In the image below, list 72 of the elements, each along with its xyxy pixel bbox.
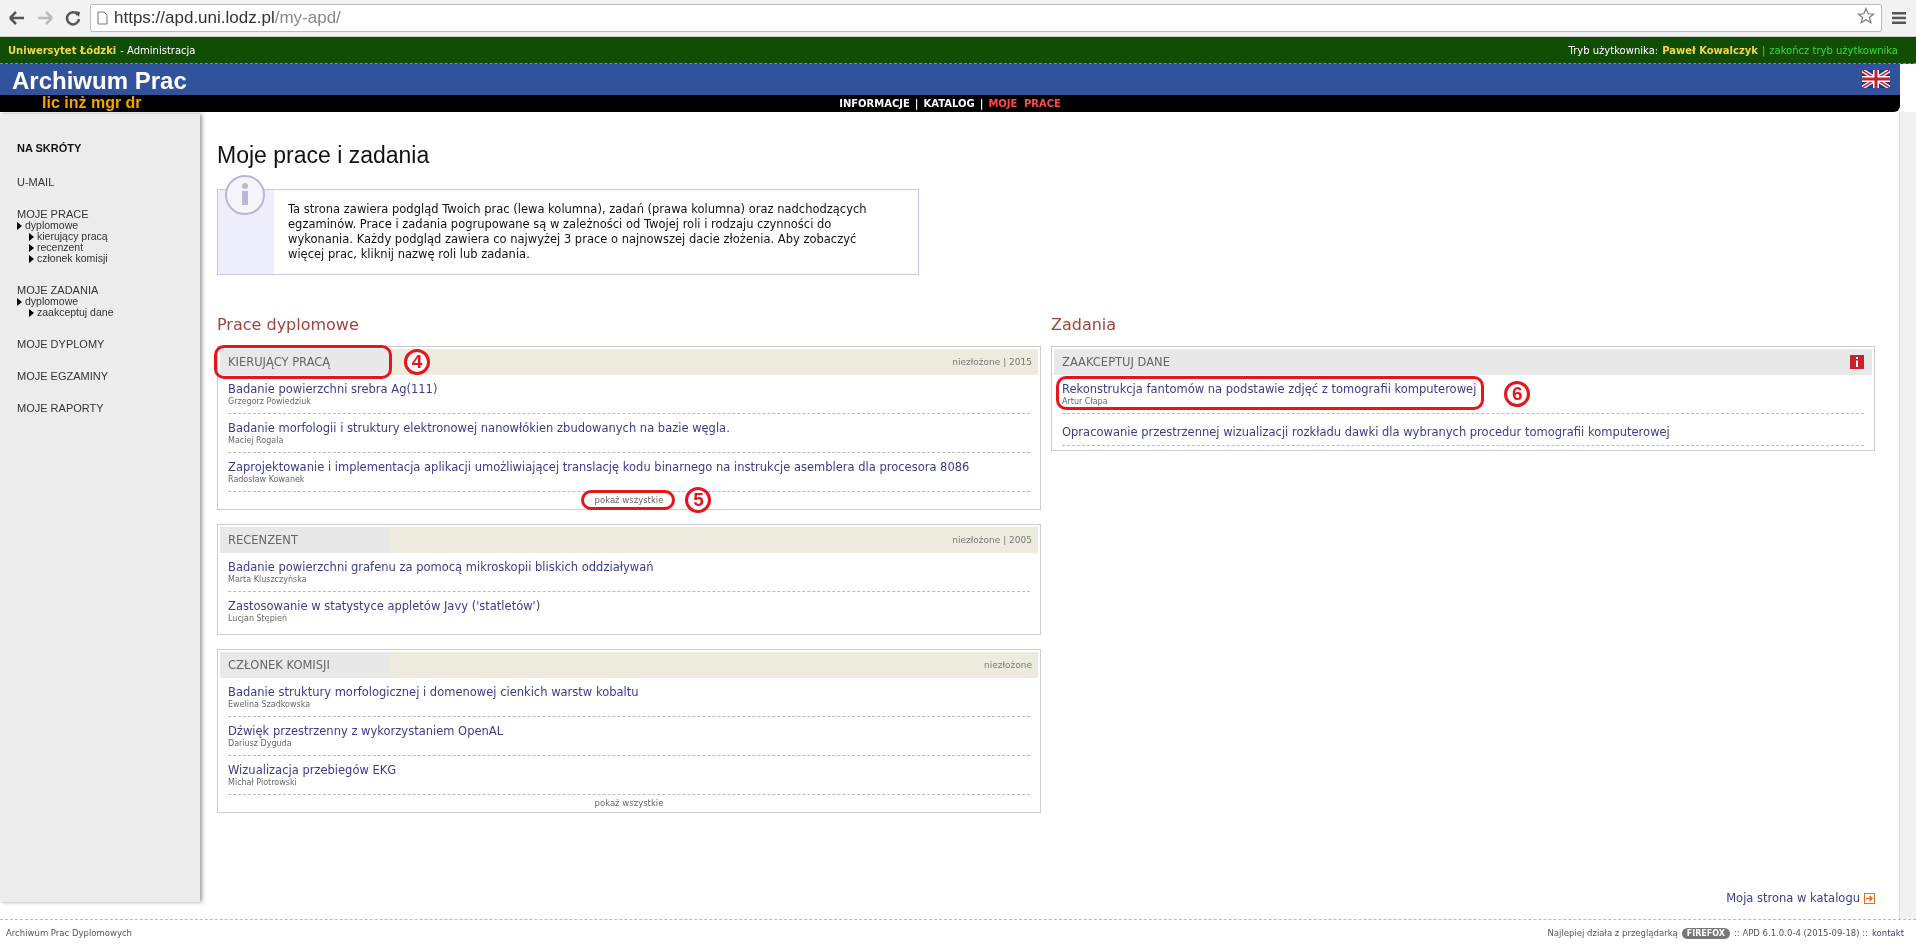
firefox-badge: FIREFOX <box>1681 927 1730 939</box>
author-name: Ewelina Szadkowska <box>228 700 312 709</box>
mode-label: Tryb użytkownika: <box>1568 44 1659 56</box>
show-all-link[interactable]: pokaż wszystkie <box>594 798 664 808</box>
thesis-link[interactable]: Badanie powierzchni grafenu za pomocą mikroskopii bliskich oddziaływań <box>228 560 654 574</box>
author-name: Marta Kluszczyńska <box>228 575 308 584</box>
address-field[interactable]: https://apd.uni.lodz.pl/my-apd/ <box>90 4 1882 32</box>
version-text: :: APD 6.1.0.0-4 (2015-09-18) :: <box>1734 928 1868 938</box>
author-name: Artur Cłapa <box>1062 397 1109 406</box>
sidebar-link[interactable]: MOJE DYPLOMY <box>17 338 200 350</box>
author-name: Michał Piotrowski <box>228 778 298 787</box>
column-title: Zadania <box>1051 315 1118 334</box>
site-logo[interactable]: Archiwum Prac <box>12 70 187 92</box>
section-name: - Administracja <box>120 44 196 56</box>
contact-link[interactable]: kontakt <box>1872 928 1904 938</box>
sidebar-link[interactable]: U-MAIL <box>17 176 200 188</box>
university-name: Uniwersytet Łódzki <box>8 44 117 56</box>
panel-meta: niezłożone | 2015 <box>952 357 1033 367</box>
sidebar-link[interactable]: MOJE ZADANIA <box>17 284 200 296</box>
panel-meta: niezłożone <box>984 660 1033 670</box>
sidebar-link[interactable]: MOJE PRACE <box>17 208 200 220</box>
thesis-link[interactable]: Dźwięk przestrzenny z wykorzystaniem OpenAL <box>228 724 504 738</box>
annotation-number: 6 <box>1504 381 1531 407</box>
divider-text: | <box>1761 44 1766 56</box>
thesis-link[interactable]: Rekonstrukcja fantomów na podstawie zdjęć z tomografii komputerowej <box>1062 382 1477 396</box>
sidebar-link[interactable]: MOJE EGZAMINY <box>17 370 200 382</box>
sidebar-link[interactable]: MOJE RAPORTY <box>17 402 200 414</box>
footer-text: Archiwum Prac Dyplomowych <box>6 928 132 938</box>
annotation-number: 5 <box>685 487 712 513</box>
info-icon[interactable] <box>1850 355 1864 369</box>
thesis-link[interactable]: Zastosowanie w statystyce appletów Javy ('statletów') <box>228 599 541 613</box>
nav-link[interactable]: KATALOG <box>923 98 975 109</box>
sidebar-link[interactable]: dyplomowe <box>17 296 200 307</box>
sidebar-link[interactable]: recenzent <box>29 242 200 253</box>
author-name: Maciej Rogala <box>228 436 285 445</box>
page-icon <box>97 11 108 25</box>
degrees-text: lic inż mgr dr <box>42 94 142 112</box>
page-title: Moje prace i zadania <box>217 142 431 169</box>
user-name: Paweł Kowalczyk <box>1662 44 1758 56</box>
sidebar-link[interactable]: zaakceptuj dane <box>29 307 200 318</box>
nav-link[interactable]: INFORMACJE <box>839 98 910 109</box>
scrollbar[interactable] <box>1899 112 1916 919</box>
sidebar-link[interactable]: kierujący pracą <box>29 231 200 242</box>
author-name: Grzegorz Powiedziuk <box>228 397 312 406</box>
annotation-number: 4 <box>404 349 430 375</box>
sidebar-link[interactable]: dyplomowe <box>17 220 200 231</box>
nav-separator: | <box>914 98 919 109</box>
author-name: Radosław Kowanek <box>228 475 306 484</box>
thesis-link[interactable]: Wizualizacja przebiegów EKG <box>228 763 397 777</box>
nav-separator: | <box>979 98 984 109</box>
panel-title[interactable]: CZŁONEK KOMISJI <box>220 652 390 678</box>
arrow-icon[interactable] <box>1864 892 1875 904</box>
panel-title[interactable]: RECENZENT <box>220 527 390 553</box>
sidebar-link[interactable]: członek komisji <box>29 253 200 264</box>
browser-note: Najlepiej działa z przeglądarką <box>1547 928 1678 938</box>
flag-icon[interactable] <box>1862 70 1890 88</box>
star-icon[interactable] <box>1857 6 1875 25</box>
thesis-link[interactable]: Badanie struktury morfologicznej i domenowej cienkich warstw kobaltu <box>228 685 639 699</box>
catalog-link[interactable]: Moja strona w katalogu <box>1726 891 1860 905</box>
author-name: Dariusz Dyguda <box>228 739 293 748</box>
show-all-link[interactable]: pokaż wszystkie <box>594 495 664 505</box>
thesis-link[interactable]: Badanie powierzchni srebra Ag(111) <box>228 382 438 396</box>
nav-link[interactable]: MOJE PRACE <box>988 98 1061 109</box>
thesis-link[interactable]: Badanie morfologii i struktury elektronowej nanowłókien zbudowanych na bazie węgla. <box>228 421 730 435</box>
thesis-link[interactable]: Opracowanie przestrzennej wizualizacji rozkładu dawki dla wybranych procedur tomografii komputerowej <box>1062 425 1670 439</box>
author-name: Lucjan Stępień <box>228 614 288 623</box>
info-text: Ta strona zawiera podgląd Twoich prac (lewa kolumna), zadań (prawa kolumna) oraz nadchodzących egzaminów. Prace i zadania pogrupowane są w zależności od Twojej roli i rodzaju czynności do wykonania. Każdy podgląd zawiera co najwyżej 3 prace o najnowszej dacie złożenia. Aby zobaczyć więcej prac, kliknij nazwę roli lub zadania. <box>288 202 868 262</box>
end-mode-link[interactable]: zakończ tryb użytkownika <box>1769 44 1898 56</box>
column-title: Prace dyplomowe <box>217 315 360 334</box>
thesis-link[interactable]: Zaprojektowanie i implementacja aplikacji umożliwiającej translację kodu binarnego na instrukcje asemblera dla procesora 8086 <box>228 460 970 474</box>
panel-meta: niezłożone | 2005 <box>952 535 1033 545</box>
sidebar-heading: NA SKRÓTY <box>17 142 83 154</box>
